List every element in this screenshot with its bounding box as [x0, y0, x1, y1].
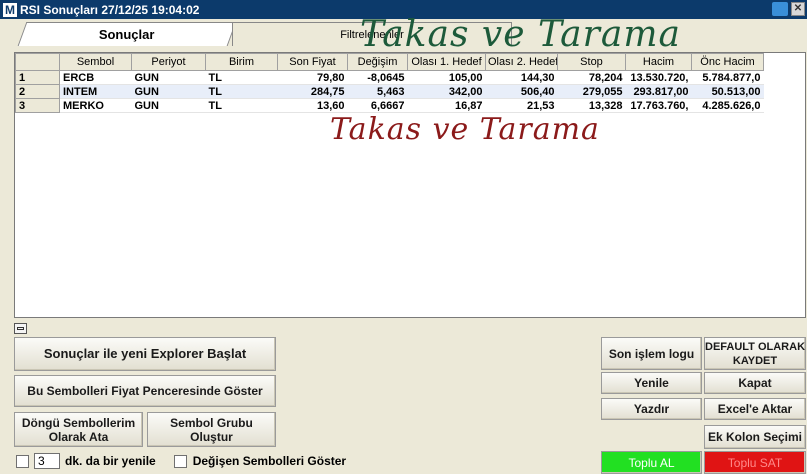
- save-default-button[interactable]: DEFAULT OLARAK KAYDET: [704, 337, 806, 370]
- assign-loop-symbols-button[interactable]: Döngü Sembollerim Olarak Ata: [14, 412, 143, 447]
- table-cell: 17.763.760,: [625, 98, 692, 113]
- refresh-minutes-input[interactable]: 3: [34, 453, 60, 469]
- create-symbol-group-button[interactable]: Sembol Grubu Oluştur: [147, 412, 276, 447]
- table-cell: TL: [205, 84, 278, 99]
- show-changed-label: Değişen Sembolleri Göster: [192, 454, 347, 468]
- column-header[interactable]: Önc Hacim: [691, 53, 764, 71]
- last-trade-log-button[interactable]: Son işlem logu: [601, 337, 702, 370]
- results-table: Sembol Periyot Birim Son Fiyat Değişim Olası …: [14, 52, 806, 318]
- column-header[interactable]: Son Fiyat: [277, 53, 348, 71]
- auto-refresh-row: 3 dk. da bir yenile Değişen Sembolleri G…: [16, 453, 346, 469]
- table-cell: 105,00: [407, 70, 486, 85]
- table-cell: INTEM: [59, 84, 132, 99]
- app-logo-icon: M: [3, 2, 17, 17]
- column-header[interactable]: Periyot: [131, 53, 206, 71]
- print-button[interactable]: Yazdır: [601, 398, 702, 420]
- column-header[interactable]: Sembol: [59, 53, 132, 71]
- table-cell: 5.784.877,0: [691, 70, 764, 85]
- table-cell: GUN: [131, 84, 206, 99]
- table-cell: 13.530.720,: [625, 70, 692, 85]
- table-header-row: Sembol Periyot Birim Son Fiyat Değişim Olası …: [15, 53, 764, 71]
- new-explorer-button[interactable]: Sonuçlar ile yeni Explorer Başlat: [14, 337, 276, 371]
- export-excel-button[interactable]: Excel'e Aktar: [704, 398, 806, 420]
- show-in-price-window-button[interactable]: Bu Sembolleri Fiyat Penceresinde Göster: [14, 375, 276, 407]
- row-number: 3: [15, 98, 60, 113]
- table-cell: 50.513,00: [691, 84, 764, 99]
- table-cell: MERKO: [59, 98, 132, 113]
- row-number: 1: [15, 70, 60, 85]
- table-row[interactable]: 2 INTEM GUN TL 284,75 5,463 342,00 506,40 279,05…: [15, 84, 764, 99]
- column-header[interactable]: Olası 2. Hedef: [485, 53, 558, 71]
- table-cell: -8,0645: [347, 70, 408, 85]
- sell-all-button[interactable]: Toplu SAT: [704, 451, 806, 474]
- watermark-text: Takas ve Tarama: [360, 14, 681, 55]
- refresh-label: dk. da bir yenile: [65, 454, 156, 468]
- bird-icon[interactable]: [772, 2, 788, 16]
- watermark-text: Takas ve Tarama: [330, 112, 600, 147]
- table-cell: 13,60: [277, 98, 348, 113]
- table-cell: 293.817,00: [625, 84, 692, 99]
- table-cell: 79,80: [277, 70, 348, 85]
- table-cell: 279,055: [557, 84, 626, 99]
- table-cell: 16,87: [407, 98, 486, 113]
- table-cell: 5,463: [347, 84, 408, 99]
- table-cell: TL: [205, 98, 278, 113]
- refresh-button[interactable]: Yenile: [601, 372, 702, 394]
- collapse-button[interactable]: [14, 323, 27, 334]
- column-header[interactable]: Stop: [557, 53, 626, 71]
- column-header[interactable]: Hacim: [625, 53, 692, 71]
- table-cell: 78,204: [557, 70, 626, 85]
- close-icon[interactable]: ✕: [791, 2, 805, 16]
- table-cell: 284,75: [277, 84, 348, 99]
- table-row[interactable]: 1 ERCB GUN TL 79,80 -8,0645 105,00 144,30 78,204…: [15, 70, 764, 85]
- auto-refresh-checkbox[interactable]: [16, 454, 29, 468]
- table-cell: ERCB: [59, 70, 132, 85]
- column-header[interactable]: Birim: [205, 53, 278, 71]
- collapse-icon: [17, 327, 24, 330]
- table-cell: GUN: [131, 98, 206, 113]
- table-cell: GUN: [131, 70, 206, 85]
- tab-results[interactable]: Sonuçlar: [17, 22, 237, 46]
- buy-all-button[interactable]: Toplu AL: [601, 451, 702, 474]
- extra-columns-button[interactable]: Ek Kolon Seçimi: [704, 425, 806, 449]
- table-cell: 21,53: [485, 98, 558, 113]
- close-button[interactable]: Kapat: [704, 372, 806, 394]
- table-row[interactable]: 3 MERKO GUN TL 13,60 6,6667 16,87 21,53 13,328 17…: [15, 98, 764, 113]
- table-cell: TL: [205, 70, 278, 85]
- column-header[interactable]: Değişim: [347, 53, 408, 71]
- column-header[interactable]: Olası 1. Hedef: [407, 53, 486, 71]
- row-number-header[interactable]: [15, 53, 60, 71]
- table-cell: 6,6667: [347, 98, 408, 113]
- table-cell: 342,00: [407, 84, 486, 99]
- show-changed-checkbox[interactable]: [173, 454, 187, 468]
- table-cell: 13,328: [557, 98, 626, 113]
- table-cell: 4.285.626,0: [691, 98, 764, 113]
- table-cell: 144,30: [485, 70, 558, 85]
- table-cell: 506,40: [485, 84, 558, 99]
- row-number: 2: [15, 84, 60, 99]
- window-title: RSI Sonuçları 27/12/25 19:04:02: [20, 2, 200, 17]
